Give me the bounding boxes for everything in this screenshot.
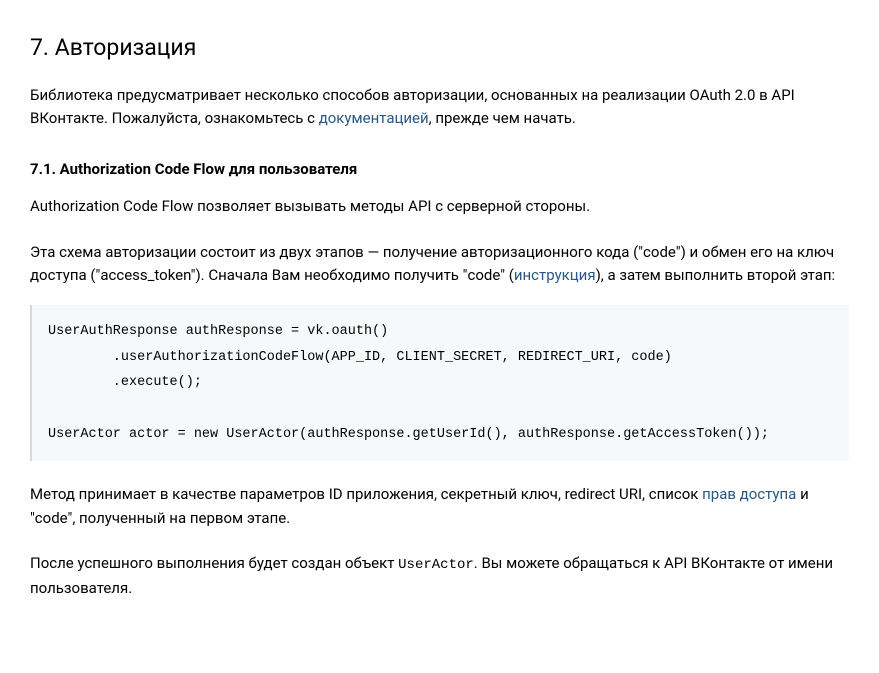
access-rights-link[interactable]: прав доступа bbox=[702, 485, 796, 503]
instruction-link[interactable]: инструкция bbox=[514, 266, 596, 284]
subsection-p3: Метод принимает в качестве параметров ID… bbox=[30, 483, 849, 530]
p3-text-before: Метод принимает в качестве параметров ID… bbox=[30, 485, 702, 503]
section-heading: 7. Авторизация bbox=[30, 30, 849, 66]
subsection-p4: После успешного выполнения будет создан … bbox=[30, 552, 849, 600]
code-block: UserAuthResponse authResponse = vk.oauth… bbox=[30, 305, 849, 461]
subsection-heading: 7.1. Authorization Code Flow для пользов… bbox=[30, 158, 849, 181]
subsection-p2: Эта схема авторизации состоит из двух эт… bbox=[30, 241, 849, 288]
documentation-link[interactable]: документацией bbox=[319, 109, 429, 127]
intro-text-after: , прежде чем начать. bbox=[429, 109, 576, 127]
p2-text-after: ), а затем выполнить второй этап: bbox=[596, 266, 836, 284]
section-intro: Библиотека предусматривает несколько спо… bbox=[30, 84, 849, 131]
useractor-code: UserActor bbox=[398, 557, 474, 573]
p4-text-before: После успешного выполнения будет создан … bbox=[30, 554, 398, 572]
subsection-p1: Authorization Code Flow позволяет вызыва… bbox=[30, 195, 849, 218]
